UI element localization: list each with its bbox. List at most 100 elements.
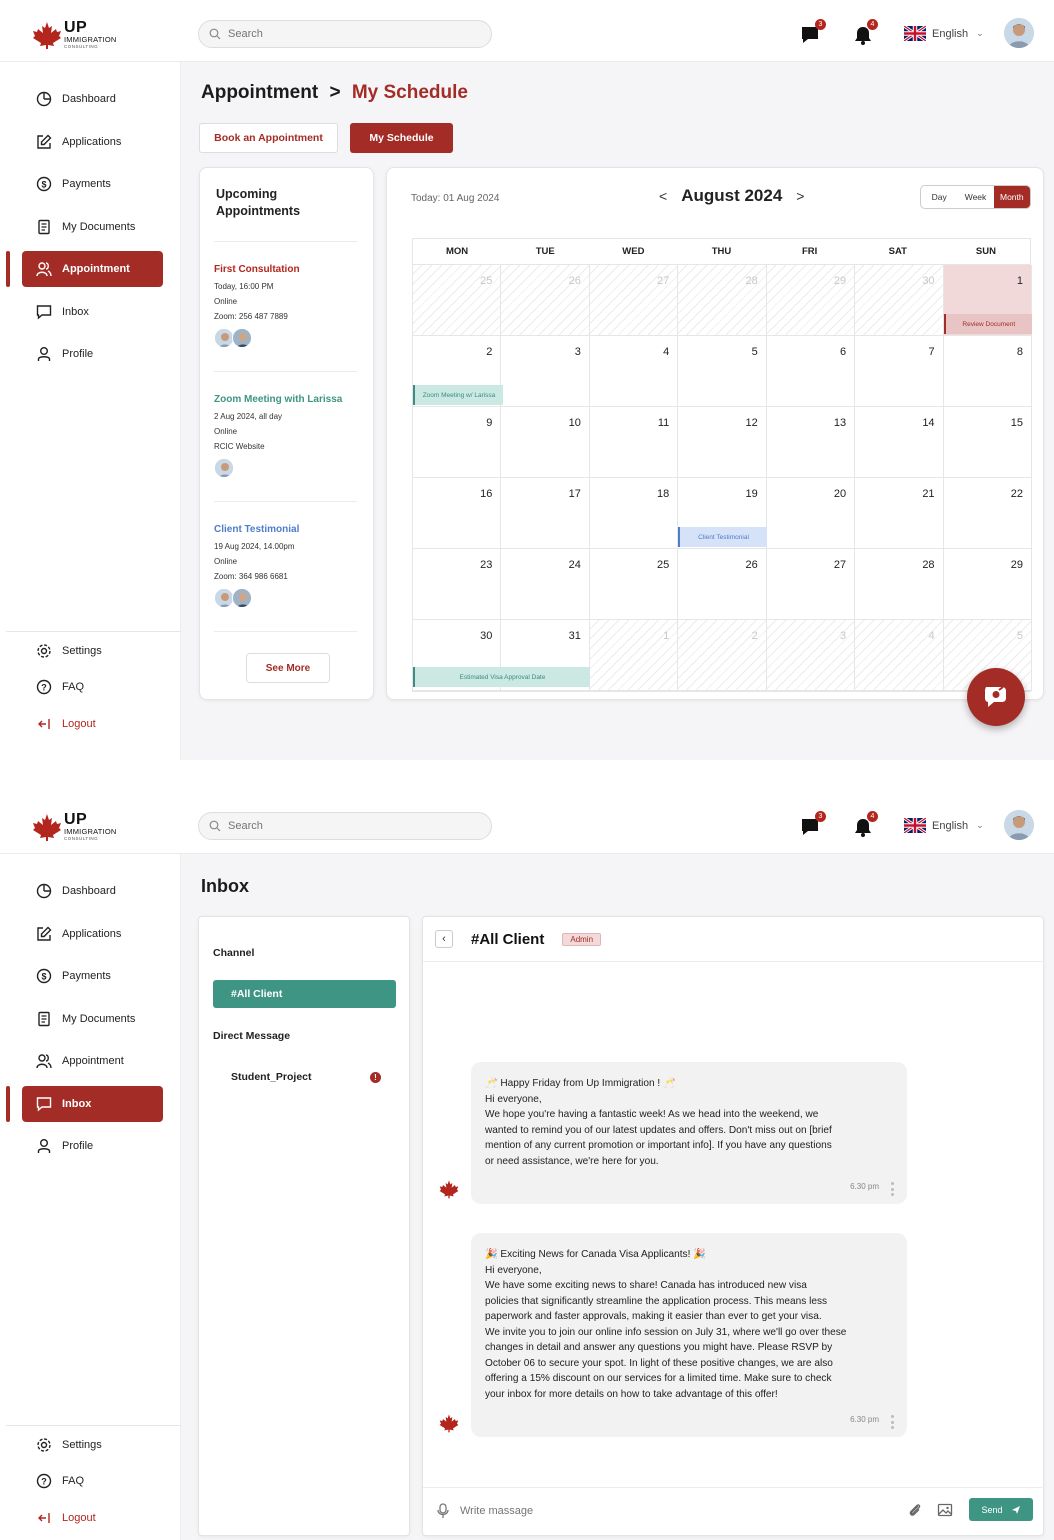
language-label: English [932, 27, 969, 40]
calendar-event[interactable]: Review Document [943, 314, 1032, 334]
calendar-day-cell[interactable]: 11 [589, 407, 679, 478]
calendar-day-cell[interactable]: 26 [678, 549, 767, 620]
calendar-day-cell[interactable]: 25 [589, 549, 679, 620]
dm-student-project[interactable]: Student_Project ! [231, 1071, 381, 1083]
calendar-day-cell[interactable]: 30 [855, 265, 944, 336]
sidebar-item-profile[interactable]: Profile [22, 336, 163, 372]
language-selector[interactable]: English ⌄ [904, 26, 984, 41]
calendar-event[interactable]: Client Testimonial [678, 527, 767, 547]
sidebar-item-settings[interactable]: Settings [22, 633, 163, 669]
appointment-time: 2 Aug 2024, all day [214, 412, 283, 421]
calendar-day-cell[interactable]: 20 [766, 478, 856, 549]
sidebar-item-dashboard[interactable]: Dashboard [22, 873, 163, 909]
calendar-day-cell[interactable]: 25 [413, 265, 502, 336]
search-input[interactable] [228, 28, 458, 40]
prev-month-button[interactable]: < [659, 188, 667, 204]
see-more-button[interactable]: See More [246, 653, 330, 683]
sidebar-item-documents[interactable]: My Documents [22, 209, 163, 245]
sidebar-item-faq[interactable]: ? FAQ [22, 669, 163, 705]
calendar-day-cell[interactable]: 29 [943, 549, 1032, 620]
search-bar[interactable] [198, 20, 492, 48]
calendar-day-cell[interactable]: 4 [589, 336, 679, 407]
sidebar-item-appointment[interactable]: Appointment [22, 1043, 163, 1079]
calendar-day-cell[interactable]: 6 [766, 336, 856, 407]
calendar-day-cell[interactable]: 28 [678, 265, 767, 336]
chat-support-button[interactable] [967, 668, 1025, 726]
appointment-item[interactable]: Client Testimonial 19 Aug 2024, 14.00pm … [214, 524, 364, 608]
calendar-day-cell[interactable]: 15 [943, 407, 1032, 478]
calendar-day-cell[interactable]: 27 [589, 265, 679, 336]
image-upload-icon[interactable] [937, 1502, 954, 1518]
calendar-day-cell[interactable]: 16 [413, 478, 502, 549]
calendar-day-cell[interactable]: 2 [678, 620, 767, 691]
calendar-day-cell[interactable]: 13 [766, 407, 856, 478]
sidebar-item-documents[interactable]: My Documents [22, 1001, 163, 1037]
calendar-day-cell[interactable]: 28 [855, 549, 944, 620]
appointment-item[interactable]: Zoom Meeting with Larissa 2 Aug 2024, al… [214, 394, 364, 478]
view-month-button[interactable]: Month [993, 186, 1030, 208]
calendar-day-cell[interactable]: 10 [501, 407, 590, 478]
more-options-icon[interactable] [891, 1182, 895, 1196]
calendar-day-cell[interactable]: 4 [855, 620, 944, 691]
message-input[interactable] [460, 1504, 860, 1517]
view-day-button[interactable]: Day [921, 186, 957, 208]
breadcrumb-root[interactable]: Appointment [201, 82, 318, 103]
view-week-button[interactable]: Week [957, 186, 993, 208]
sidebar-item-payments[interactable]: $ Payments [22, 958, 163, 994]
paperclip-icon[interactable] [907, 1502, 923, 1518]
calendar-day-cell[interactable]: 12 [678, 407, 767, 478]
calendar-day-cell[interactable]: 29 [766, 265, 856, 336]
sidebar-item-payments[interactable]: $ Payments [22, 166, 163, 202]
sidebar-item-inbox[interactable]: Inbox [22, 1086, 163, 1122]
sidebar-item-logout[interactable]: Logout [22, 1500, 163, 1536]
send-button[interactable]: Send [969, 1498, 1033, 1521]
calendar-day-cell[interactable]: 1 [589, 620, 679, 691]
sidebar-item-settings[interactable]: Settings [22, 1427, 163, 1463]
channel-all-client[interactable]: #All Client [213, 980, 396, 1008]
user-avatar[interactable] [1004, 810, 1034, 840]
calendar-day-cell[interactable]: 8 [943, 336, 1032, 407]
book-appointment-button[interactable]: Book an Appointment [199, 123, 338, 153]
sidebar-item-faq[interactable]: ? FAQ [22, 1463, 163, 1499]
notifications-button[interactable]: 4 [852, 19, 878, 46]
logo[interactable]: UP IMMIGRATION CONSULTING [32, 812, 116, 841]
sidebar-item-logout[interactable]: Logout [22, 706, 163, 742]
language-selector[interactable]: English ⌄ [904, 818, 984, 833]
appointment-item[interactable]: First Consultation Today, 16:00 PM Onlin… [214, 264, 364, 348]
notifications-button[interactable]: 4 [852, 811, 878, 838]
search-bar[interactable] [198, 812, 492, 840]
calendar-day-cell[interactable]: 21 [855, 478, 944, 549]
calendar-day-cell[interactable]: 7 [855, 336, 944, 407]
calendar-day-cell[interactable]: 3 [501, 336, 590, 407]
calendar-day-cell[interactable]: 3 [766, 620, 856, 691]
calendar-day-cell[interactable]: 5 [678, 336, 767, 407]
user-avatar[interactable] [1004, 18, 1034, 48]
calendar-day-cell[interactable]: 24 [501, 549, 590, 620]
calendar-day-cell[interactable]: 18 [589, 478, 679, 549]
calendar-day-cell[interactable]: 9 [413, 407, 502, 478]
calendar-day-cell[interactable]: 27 [766, 549, 856, 620]
calendar-event[interactable]: Zoom Meeting w/ Larissa [413, 385, 503, 405]
search-input[interactable] [228, 820, 458, 832]
calendar-day-cell[interactable]: 26 [501, 265, 590, 336]
calendar-day-cell[interactable]: 14 [855, 407, 944, 478]
sidebar-item-appointment[interactable]: Appointment [22, 251, 163, 287]
microphone-icon[interactable] [436, 1502, 450, 1519]
messages-button[interactable]: 3 [800, 19, 826, 46]
more-options-icon[interactable] [891, 1415, 895, 1429]
sidebar-item-dashboard[interactable]: Dashboard [22, 81, 163, 117]
calendar-event[interactable]: Estimated Visa Approval Date [413, 667, 590, 687]
calendar-day-cell[interactable]: 17 [501, 478, 590, 549]
calendar-day-cell[interactable]: 23 [413, 549, 502, 620]
messages-button[interactable]: 3 [800, 811, 826, 838]
users-icon [36, 1054, 52, 1069]
next-month-button[interactable]: > [796, 188, 804, 204]
logo[interactable]: UP IMMIGRATION CONSULTING [32, 20, 116, 49]
sidebar-item-profile[interactable]: Profile [22, 1128, 163, 1164]
sidebar-item-applications[interactable]: Applications [22, 124, 163, 160]
sidebar-item-applications[interactable]: Applications [22, 916, 163, 952]
back-button[interactable]: ‹ [435, 930, 453, 948]
my-schedule-button[interactable]: My Schedule [350, 123, 453, 153]
calendar-day-cell[interactable]: 22 [943, 478, 1032, 549]
sidebar-item-inbox[interactable]: Inbox [22, 294, 163, 330]
